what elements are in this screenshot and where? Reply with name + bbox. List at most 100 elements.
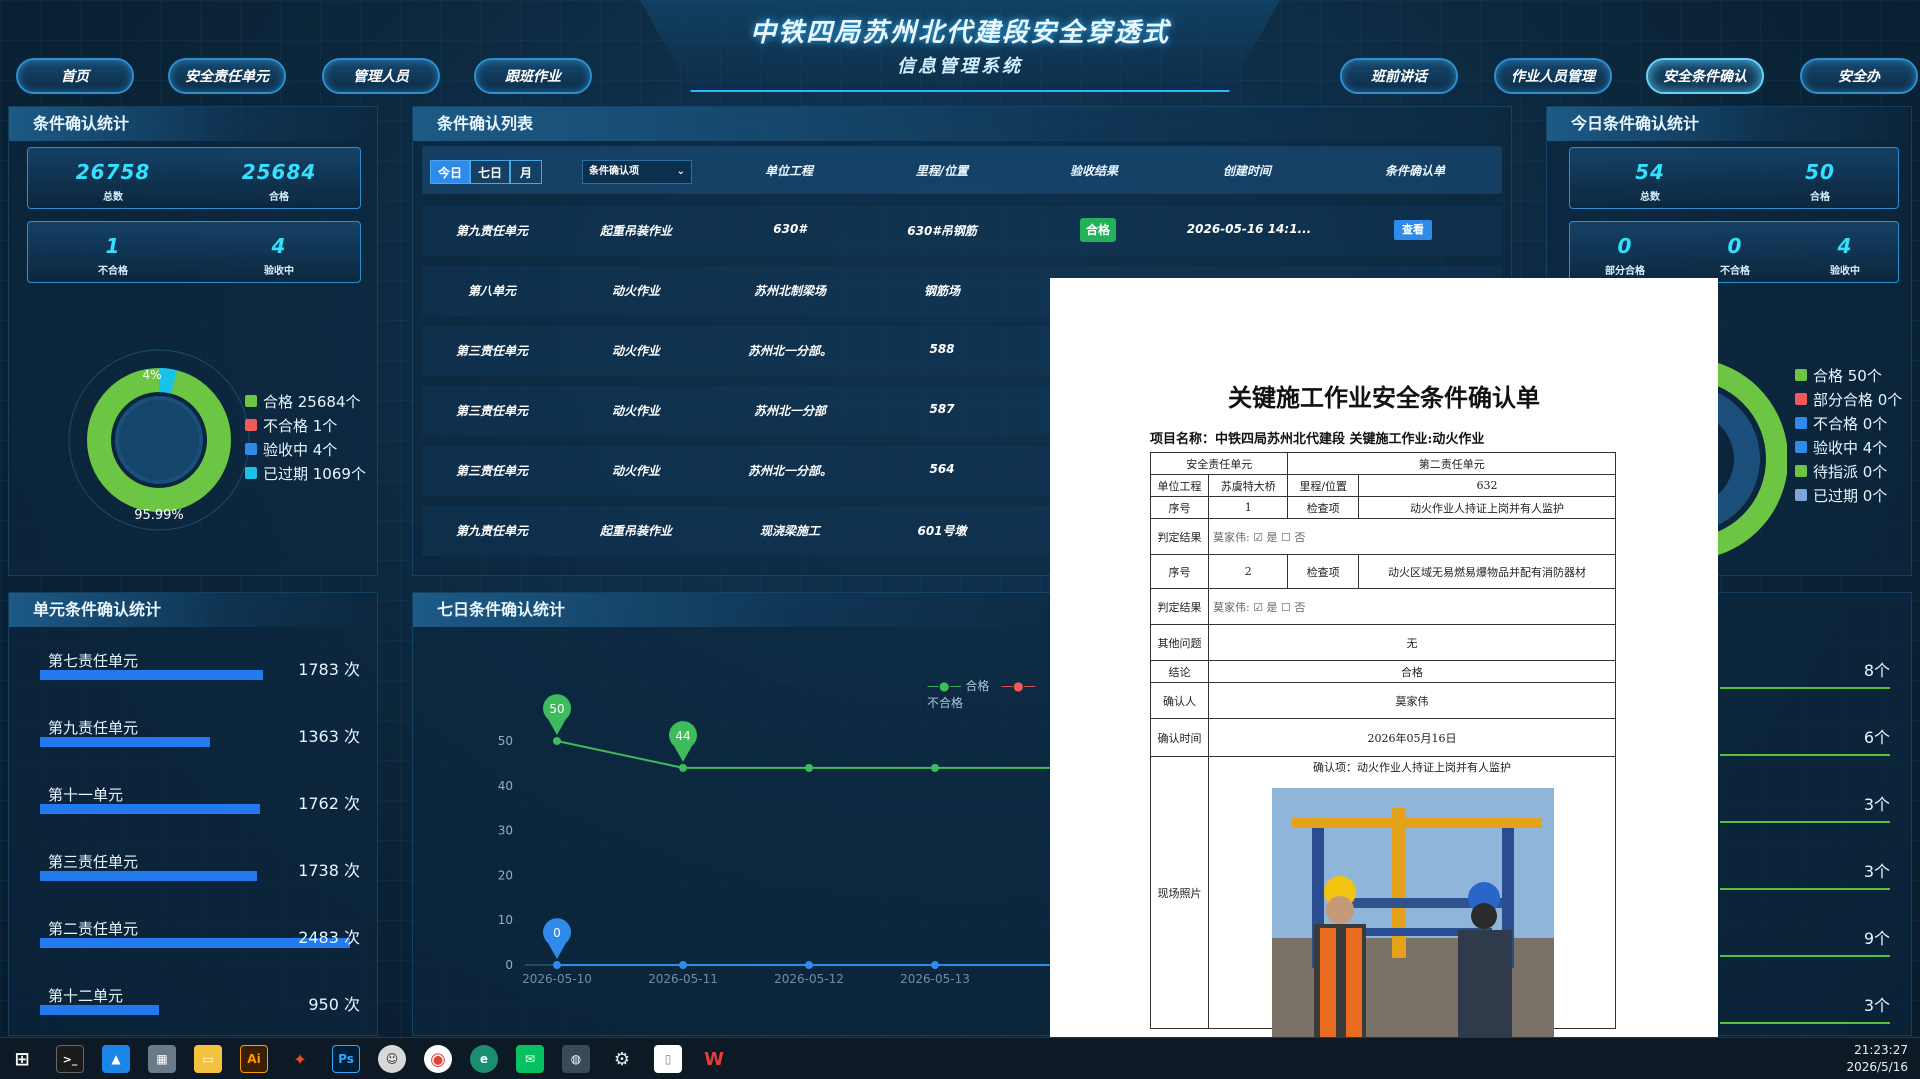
- wechat-icon[interactable]: ✉: [516, 1045, 544, 1073]
- nav-home-button[interactable]: 首页: [16, 58, 134, 94]
- nav-safety-office-button[interactable]: 安全办: [1800, 58, 1918, 94]
- cell-project: 现浇梁施工: [759, 524, 820, 538]
- nav-safety-unit-button[interactable]: 安全责任单元: [168, 58, 286, 94]
- panel-title: 单元条件确认统计: [9, 593, 377, 627]
- doc-cell: 动火作业人持证上岗并有人监护: [1357, 496, 1617, 519]
- panel-title: 今日条件确认统计: [1547, 107, 1911, 141]
- wps-icon[interactable]: W: [700, 1045, 728, 1073]
- series-line-0: [556, 740, 1053, 769]
- table-header: 今日 七日 月 条件确认项 ⌄ 单位工程 里程/位置 验收结果 创建时间 条件确…: [422, 146, 1502, 194]
- count-row: 3个: [1720, 791, 1890, 851]
- terminal-icon[interactable]: >_: [56, 1045, 84, 1073]
- stat-label: 不合格: [1720, 266, 1750, 277]
- page-subtitle: 信息管理系统: [897, 56, 1023, 77]
- doc-cell: 判定结果: [1150, 588, 1209, 625]
- unit-bar: [40, 871, 257, 881]
- filter-today-button[interactable]: 今日: [430, 160, 470, 184]
- x-tick-label: 2026-05-13: [900, 972, 970, 986]
- calculator-icon[interactable]: ▦: [148, 1045, 176, 1073]
- cell-location: 587: [929, 402, 955, 416]
- edge-icon[interactable]: e: [470, 1045, 498, 1073]
- qq-icon[interactable]: ◍: [562, 1045, 590, 1073]
- nav-condition-confirm-button[interactable]: 安全条件确认: [1646, 58, 1764, 94]
- windows-start-icon[interactable]: ⊞: [8, 1045, 36, 1073]
- doc-cell: 检查项: [1287, 496, 1359, 519]
- chevron-down-icon: ⌄: [676, 166, 685, 177]
- unit-stat-row: 第二责任单元 2483 次: [40, 918, 360, 984]
- avatar-app-icon[interactable]: ☺: [378, 1045, 406, 1073]
- stat-partial: 0 部分合格: [1580, 234, 1670, 277]
- filter-week-button[interactable]: 七日: [470, 160, 510, 184]
- doc-cell: 安全责任单元: [1149, 452, 1289, 475]
- cell-project: 苏州北制梁场: [753, 284, 826, 298]
- filter-month-button[interactable]: 月: [510, 160, 542, 184]
- stat-fail: 1 不合格: [48, 234, 178, 277]
- legend-swatch: [245, 395, 257, 407]
- legend-label: 验收中 4个: [263, 440, 338, 459]
- column-header: 验收结果: [1069, 164, 1118, 178]
- chrome-icon[interactable]: ◉: [424, 1045, 452, 1073]
- stat-value: 50: [1805, 160, 1835, 184]
- nav-shift-work-button[interactable]: 跟班作业: [474, 58, 592, 94]
- unit-count: 950 次: [308, 995, 360, 1014]
- stat-label: 总数: [1640, 192, 1660, 203]
- doc-cell: 莫家伟: ☑ 是 ☐ 否: [1208, 588, 1616, 625]
- unit-count: 1363 次: [298, 727, 360, 746]
- condition-item-select[interactable]: 条件确认项 ⌄: [582, 160, 692, 184]
- document-project: 项目名称：中铁四局苏州北代建段 关键施工作业:动火作业: [1150, 432, 1485, 447]
- table-row[interactable]: 第九责任单元 起重吊装作业 630# 630#吊钢筋 合格 2026-05-16…: [422, 206, 1502, 256]
- file-explorer-icon[interactable]: ▭: [194, 1045, 222, 1073]
- status-badge: 合格: [1080, 218, 1117, 242]
- doc-cell: 动火区域无易燃易爆物品并配有消防器材: [1357, 554, 1617, 589]
- doc-cell: 632: [1357, 474, 1617, 497]
- stat-value: 54: [1635, 160, 1665, 184]
- x-tick-label: 2026-05-12: [774, 972, 844, 986]
- nav-workers-button[interactable]: 作业人员管理: [1494, 58, 1612, 94]
- data-point: [805, 961, 813, 969]
- doc-cell: 现场照片: [1150, 756, 1209, 1029]
- panel-title: 条件确认列表: [413, 107, 1511, 141]
- stats-box-bottom: 1 不合格 4 验收中: [27, 221, 361, 283]
- cell-unit: 第九责任单元: [455, 524, 528, 538]
- doc-cell: 2026年05月16日: [1208, 718, 1616, 757]
- doc-cell: 里程/位置: [1287, 474, 1359, 497]
- today-legend: 合格 50个 部分合格 0个 不合格 0个 验收中 4个 待指派 0个 已过期 …: [1795, 363, 1902, 507]
- count-line: [1720, 687, 1890, 689]
- illustrator-icon[interactable]: Ai: [240, 1045, 268, 1073]
- doc-cell: 单位工程: [1150, 474, 1209, 497]
- y-tick-label: 40: [498, 779, 513, 793]
- count-value: 6个: [1863, 728, 1890, 747]
- photos-icon[interactable]: ▲: [102, 1045, 130, 1073]
- count-line: [1720, 821, 1890, 823]
- count-line: [1720, 1022, 1890, 1024]
- stat-label: 总数: [103, 192, 123, 203]
- unit-name: 第九责任单元: [48, 719, 139, 737]
- stat-fail: 0 不合格: [1690, 234, 1780, 277]
- pin-label: 0: [553, 926, 561, 940]
- document-icon[interactable]: ▯: [654, 1045, 682, 1073]
- count-line: [1720, 754, 1890, 756]
- stat-label: 合格: [1810, 192, 1830, 203]
- stats-box-top: 54 总数 50 合格: [1569, 147, 1899, 209]
- doc-cell: 1: [1207, 496, 1289, 519]
- confirmation-document: 关键施工作业安全条件确认单 项目名称：中铁四局苏州北代建段 关键施工作业:动火作…: [1050, 278, 1718, 1042]
- cell-unit: 第三责任单元: [455, 404, 528, 418]
- column-header: 单位工程: [764, 164, 813, 178]
- stat-value: 4: [1837, 234, 1853, 258]
- x-tick-label: 2026-05-11: [648, 972, 718, 986]
- y-tick-label: 30: [498, 824, 513, 838]
- nav-managers-button[interactable]: 管理人员: [322, 58, 440, 94]
- photoshop-icon[interactable]: Ps: [332, 1045, 360, 1073]
- count-value: 8个: [1863, 661, 1890, 680]
- unit-count: 1738 次: [298, 861, 360, 880]
- stat-checking: 4 验收中: [214, 234, 344, 277]
- view-button[interactable]: 查看: [1394, 220, 1432, 240]
- panel-title: 条件确认统计: [9, 107, 377, 141]
- legend-swatch: [1795, 393, 1807, 405]
- nav-preshift-talk-button[interactable]: 班前讲话: [1340, 58, 1458, 94]
- legend-label: 验收中 4个: [1813, 438, 1888, 457]
- settings-gear-icon[interactable]: ⚙: [608, 1045, 636, 1073]
- cell-project: 苏州北一分部。: [747, 344, 832, 358]
- figma-icon[interactable]: ✦: [286, 1045, 314, 1073]
- cell-unit: 第九责任单元: [455, 224, 528, 238]
